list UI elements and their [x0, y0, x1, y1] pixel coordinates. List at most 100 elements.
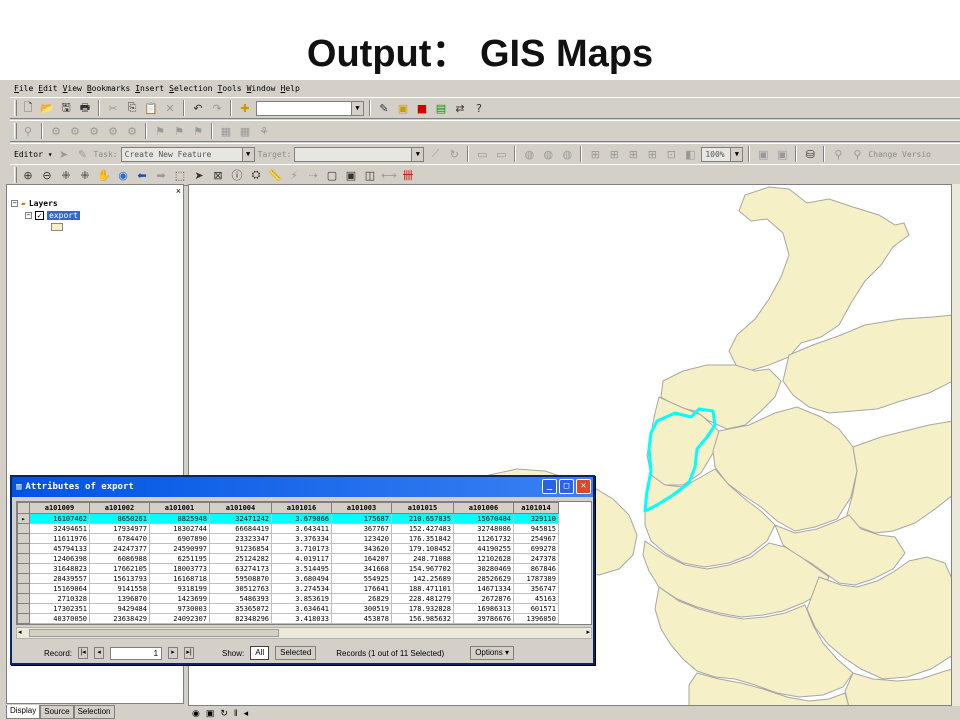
table-cell[interactable]: 9318199: [149, 583, 210, 594]
fixed-zoom-out-icon[interactable]: ⁜: [77, 167, 93, 183]
zoom-combo[interactable]: 100% ▼: [701, 146, 744, 162]
row-selector[interactable]: [17, 563, 30, 574]
row-selector[interactable]: [17, 553, 30, 564]
table-cell[interactable]: 11611976: [29, 533, 90, 544]
table-cell[interactable]: 91236854: [209, 543, 272, 554]
table-cell[interactable]: 3.680494: [271, 573, 332, 584]
table-cell[interactable]: 45163: [513, 593, 559, 604]
table-cell[interactable]: 142.25689: [391, 573, 454, 584]
print-icon[interactable]: 🖶: [77, 100, 93, 116]
tool-h-icon[interactable]: ⚑: [171, 123, 187, 139]
table-cell[interactable]: 9429484: [89, 603, 150, 614]
table-cell[interactable]: 24590997: [149, 543, 210, 554]
editor-menu[interactable]: Editor ▾: [14, 150, 53, 159]
table-cell[interactable]: 867846: [513, 563, 559, 574]
prev-record-button[interactable]: ◂: [94, 647, 105, 659]
table-cell[interactable]: 23323347: [209, 533, 272, 544]
globe-icon[interactable]: ◉: [192, 708, 200, 719]
table-cell[interactable]: 3.274534: [271, 583, 332, 594]
table-cell[interactable]: 9141558: [89, 583, 150, 594]
row-selector[interactable]: [17, 583, 30, 594]
menu-help[interactable]: Help: [281, 84, 300, 93]
table-cell[interactable]: 2672876: [453, 593, 514, 604]
layer-name[interactable]: export: [47, 211, 80, 220]
table-cell[interactable]: 228.481279: [391, 593, 454, 604]
table-cell[interactable]: 601571: [513, 603, 559, 614]
row-selector[interactable]: [17, 613, 30, 624]
table-row[interactable]: 12406398 6086988 6251195 25124282 4.019117 16…: [17, 553, 559, 564]
table-cell[interactable]: 176.351842: [391, 533, 454, 544]
menu-view[interactable]: View: [63, 84, 82, 93]
table-row[interactable]: 32494651 17934977 18302744 66684419 3.643411…: [17, 523, 559, 534]
table-row[interactable]: 2710328 1396870 1423699 5486393 3.853619 2682…: [17, 593, 559, 604]
table-cell[interactable]: 8825948: [149, 513, 210, 524]
table-cell[interactable]: 15169064: [29, 583, 90, 594]
table-horizontal-scrollbar[interactable]: ◂ ▸: [16, 627, 592, 639]
select-features-icon[interactable]: ⬚: [172, 167, 188, 183]
pan-icon[interactable]: ✋: [96, 167, 112, 183]
column-header[interactable]: a101009: [29, 502, 90, 514]
first-record-button[interactable]: |◂: [78, 647, 89, 659]
table-row[interactable]: 28439557 15613793 16168718 59508870 3.680494…: [17, 573, 559, 584]
layout-view-icon[interactable]: ▣: [206, 708, 215, 719]
task-combo[interactable]: Create New Feature ▼: [120, 146, 255, 162]
attribute-table[interactable]: a101009 a101002 a101001 a101004 a101016 …: [16, 501, 592, 625]
scroll-left-icon[interactable]: ◂: [18, 628, 22, 636]
georef-icon[interactable]: ⊞: [587, 146, 603, 162]
table-cell[interactable]: 164207: [331, 553, 392, 564]
table-cell[interactable]: 12102628: [453, 553, 514, 564]
show-all-button[interactable]: All: [250, 646, 270, 660]
table-cell[interactable]: 32748086: [453, 523, 514, 534]
table-cell[interactable]: 12406398: [29, 553, 90, 564]
version-icon[interactable]: ⚲: [830, 146, 846, 162]
row-selector[interactable]: [17, 603, 30, 614]
table-cell[interactable]: 30512763: [209, 583, 272, 594]
close-icon[interactable]: ✕: [576, 479, 591, 494]
last-record-button[interactable]: ▸|: [184, 647, 195, 659]
table-cell[interactable]: 35365072: [209, 603, 272, 614]
tool-k-icon[interactable]: ▦: [237, 123, 253, 139]
table-cell[interactable]: 175687: [331, 513, 392, 524]
table-cell[interactable]: 945815: [513, 523, 559, 534]
fixed-zoom-in-icon[interactable]: ⁜: [58, 167, 74, 183]
open-folder-icon[interactable]: 📂: [39, 100, 55, 116]
column-header[interactable]: a101016: [271, 502, 332, 514]
version-icon[interactable]: ⚲: [849, 146, 865, 162]
column-header[interactable]: a101001: [149, 502, 210, 514]
table-cell[interactable]: 329110: [513, 513, 559, 524]
table-cell[interactable]: 3.679066: [271, 513, 332, 524]
new-document-icon[interactable]: 🗋: [20, 100, 36, 116]
select-elements-icon[interactable]: ➤: [191, 167, 207, 183]
paste-icon[interactable]: 📋: [143, 100, 159, 116]
table-cell[interactable]: 4.019117: [271, 553, 332, 564]
identify-icon[interactable]: ⓘ: [229, 167, 245, 183]
toolbar-grip[interactable]: [14, 100, 17, 116]
table-cell[interactable]: 66684419: [209, 523, 272, 534]
table-row[interactable]: ▸ 16107462 8650261 8825948 32471242 3.679066 1…: [17, 513, 559, 524]
layout-icon[interactable]: ▣: [755, 146, 771, 162]
table-cell[interactable]: 1396870: [89, 593, 150, 604]
row-selector[interactable]: ▸: [17, 513, 30, 524]
tool-j-icon[interactable]: ▦: [218, 123, 234, 139]
tool-l-icon[interactable]: ⚘: [256, 123, 272, 139]
html-popup-icon[interactable]: ⇢: [305, 167, 321, 183]
georef-icon[interactable]: ⊞: [625, 146, 641, 162]
toolbar-grip[interactable]: [14, 167, 17, 183]
table-row[interactable]: 17302351 9429484 9730003 35365072 3.634641 30…: [17, 603, 559, 614]
table-cell[interactable]: 18302744: [149, 523, 210, 534]
table-cell[interactable]: 59508870: [209, 573, 272, 584]
rotate-icon[interactable]: ↻: [446, 146, 462, 162]
table-cell[interactable]: 3.418033: [271, 613, 332, 624]
tool-a-icon[interactable]: ⚲: [20, 123, 36, 139]
table-cell[interactable]: 17662105: [89, 563, 150, 574]
whats-this-icon[interactable]: ?: [471, 100, 487, 116]
attributes-title-bar[interactable]: ▥ Attributes of export _ □ ✕: [12, 477, 593, 497]
tool-f-icon[interactable]: ⚙: [124, 123, 140, 139]
table-cell[interactable]: 254967: [513, 533, 559, 544]
tool-g-icon[interactable]: ⚑: [152, 123, 168, 139]
table-cell[interactable]: 356747: [513, 583, 559, 594]
menu-selection[interactable]: Selection: [169, 84, 212, 93]
tool-b-icon[interactable]: ⚙: [48, 123, 64, 139]
table-row[interactable]: 45794133 24247377 24590997 91236854 3.710173…: [17, 543, 559, 554]
table-row[interactable]: 11611976 6784470 6907890 23323347 3.376334 12…: [17, 533, 559, 544]
